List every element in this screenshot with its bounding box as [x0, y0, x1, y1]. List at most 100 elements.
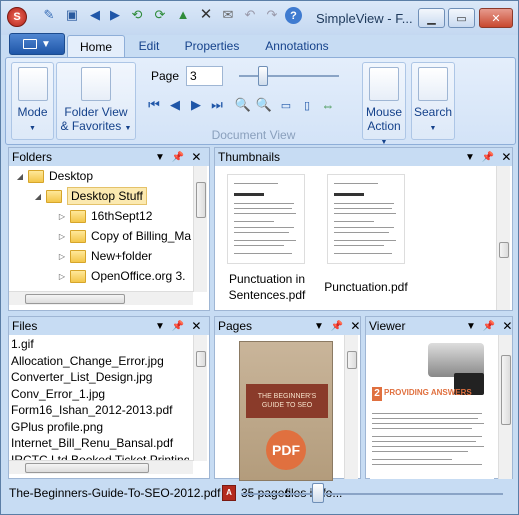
files-panel-title: Files — [12, 319, 38, 333]
status-bar: The-Beginners-Guide-To-SEO-2012.pdf A 35… — [1, 481, 518, 514]
scrollbar-thumb[interactable] — [196, 182, 206, 218]
search-button[interactable]: Search ▼ — [411, 62, 455, 140]
next-page-icon[interactable]: ▶ — [187, 96, 205, 114]
chevron-right-icon[interactable]: ▷ — [57, 232, 67, 241]
tab-home[interactable]: Home — [67, 35, 125, 57]
list-item[interactable]: Internet_Bill_Renu_Bansal.pdf — [11, 436, 173, 453]
files-horizontal-scrollbar[interactable] — [9, 460, 193, 474]
back-icon[interactable]: ◀ — [87, 7, 103, 23]
zoom-slider-thumb[interactable] — [258, 66, 268, 86]
tree-item-new-folder[interactable]: ▷ New+folder — [57, 246, 152, 266]
chevron-down-icon[interactable]: ▼ — [465, 152, 475, 163]
close-icon[interactable]: ✕ — [502, 319, 512, 333]
files-vertical-scrollbar[interactable] — [193, 335, 207, 461]
rotate-right-icon[interactable]: ⟳ — [152, 7, 168, 23]
document-page[interactable]: 2 PROVIDING ANSWERS — [370, 339, 494, 479]
scrollbar-thumb[interactable] — [499, 242, 509, 258]
tree-item-openoffice[interactable]: ▷ OpenOffice.org 3. — [57, 266, 186, 286]
mouse-action-button[interactable]: Mouse Action ▼ — [362, 62, 406, 146]
folders-horizontal-scrollbar[interactable] — [9, 291, 193, 305]
chevron-right-icon[interactable]: ▷ — [57, 212, 67, 221]
scrollbar-thumb[interactable] — [25, 294, 125, 304]
fit-width-icon[interactable]: ⇔ — [319, 96, 337, 114]
list-item[interactable]: Allocation_Change_Error.jpg — [11, 354, 164, 371]
zoom-in-icon[interactable]: 🔍 — [255, 96, 273, 114]
page-number-input[interactable] — [186, 66, 223, 86]
pin-icon[interactable]: 📌 — [482, 152, 494, 163]
pages-vertical-scrollbar[interactable] — [344, 335, 358, 479]
chevron-right-icon[interactable]: ▷ — [57, 252, 67, 261]
minimize-button[interactable]: ▁ — [418, 8, 445, 28]
illustration-tray — [428, 343, 484, 377]
list-item[interactable]: Form16_Ishan_2012-2013.pdf — [11, 403, 172, 420]
chevron-down-icon[interactable]: ▼ — [155, 152, 165, 163]
maximize-button[interactable]: ▭ — [448, 8, 475, 28]
pin-icon[interactable]: 📌 — [483, 321, 495, 332]
scrollbar-thumb[interactable] — [501, 355, 511, 425]
zoom-slider-track[interactable] — [239, 75, 339, 77]
close-icon[interactable]: ✕ — [350, 319, 360, 333]
pin-icon[interactable]: 📌 — [331, 321, 343, 332]
scrollbar-thumb[interactable] — [196, 351, 206, 367]
tree-item-desktop-stuff[interactable]: ◢ Desktop Stuff — [33, 186, 147, 206]
chevron-down-icon[interactable]: ▼ — [155, 321, 165, 332]
tree-item-copy-of-billing[interactable]: ▷ Copy of Billing_Ma — [57, 226, 191, 246]
scrollbar-thumb[interactable] — [25, 463, 149, 473]
files-list: 1.gif Allocation_Change_Error.jpg Conver… — [9, 335, 189, 461]
tree-item-desktop[interactable]: ◢ Desktop — [15, 166, 93, 186]
undo-icon[interactable]: ↶ — [242, 7, 258, 23]
last-page-icon[interactable]: ⏭ — [208, 96, 226, 114]
chevron-right-icon[interactable]: ▷ — [57, 272, 67, 281]
mode-button[interactable]: Mode ▼ — [11, 62, 54, 140]
first-page-icon[interactable]: ⏮ — [145, 96, 163, 114]
scan-icon[interactable]: ✎ — [41, 7, 57, 23]
chevron-down-icon[interactable]: ▼ — [466, 321, 476, 332]
scanner-icon[interactable]: ▲ — [175, 7, 191, 23]
close-button[interactable]: ✕ — [479, 8, 513, 28]
expanded-icon[interactable]: ◢ — [33, 192, 43, 201]
list-item[interactable]: GPlus profile.png — [11, 420, 103, 437]
list-item[interactable]: Conv_Error_1.jpg — [11, 387, 105, 404]
chevron-down-icon: ▼ — [380, 139, 388, 146]
close-icon[interactable]: ✕ — [191, 150, 201, 164]
folders-vertical-scrollbar[interactable] — [193, 166, 207, 292]
tab-properties[interactable]: Properties — [179, 35, 245, 57]
email-icon[interactable]: ✉ — [220, 7, 236, 23]
status-slider-track[interactable] — [241, 493, 503, 495]
list-item[interactable]: Converter_List_Design.jpg — [11, 370, 152, 387]
status-slider-thumb[interactable] — [312, 483, 324, 503]
thumbnail-punctuation-in-sentences[interactable] — [227, 174, 305, 264]
viewer-vertical-scrollbar[interactable] — [498, 335, 512, 479]
close-icon[interactable]: ✕ — [191, 319, 201, 333]
tree-item-16thsept12[interactable]: ▷ 16thSept12 — [57, 206, 152, 226]
help-icon[interactable]: ? — [285, 7, 302, 24]
actual-size-icon[interactable]: ▭ — [277, 96, 295, 114]
chevron-down-icon[interactable]: ▼ — [314, 321, 324, 332]
scrollbar-thumb[interactable] — [347, 351, 357, 369]
pin-icon[interactable]: 📌 — [172, 152, 184, 163]
folder-view-label: Folder View — [64, 105, 128, 119]
thumbnail-punctuation[interactable] — [327, 174, 405, 264]
zoom-out-icon[interactable]: 🔍 — [234, 96, 252, 114]
tab-edit[interactable]: Edit — [131, 35, 167, 57]
folder-view-button[interactable]: Folder View & Favorites ▼ — [56, 62, 136, 140]
pin-icon[interactable]: 📌 — [172, 321, 184, 332]
app-logo-icon[interactable]: S — [7, 7, 27, 27]
app-menu-button[interactable]: ▼ — [9, 33, 65, 55]
forward-icon[interactable]: ▶ — [107, 7, 123, 23]
tab-annotations[interactable]: Annotations — [259, 35, 335, 57]
pages-panel-title: Pages — [218, 319, 253, 333]
redo-icon[interactable]: ↷ — [264, 7, 280, 23]
close-icon[interactable]: ✕ — [501, 150, 511, 164]
rotate-left-icon[interactable]: ⟲ — [129, 7, 145, 23]
previous-page-icon[interactable]: ◀ — [166, 96, 184, 114]
list-item[interactable]: 1.gif — [11, 337, 34, 354]
delete-icon[interactable]: ✕ — [198, 7, 214, 23]
save-icon[interactable]: ▣ — [64, 7, 80, 23]
page-cover-thumbnail[interactable]: THE BEGINNER'S GUIDE TO SEO PDF — [239, 341, 333, 481]
tree-item-label: 16thSept12 — [91, 209, 153, 223]
thumbnails-vertical-scrollbar[interactable] — [496, 166, 510, 310]
mouse-label: Mouse — [365, 105, 403, 119]
expanded-icon[interactable]: ◢ — [15, 172, 25, 181]
fit-page-icon[interactable]: ▯ — [298, 96, 316, 114]
